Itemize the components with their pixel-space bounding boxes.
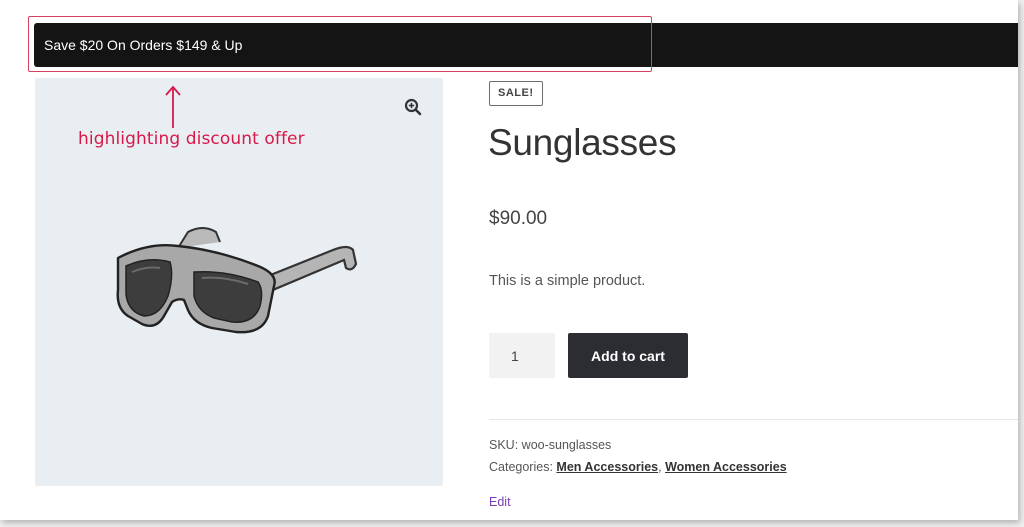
quantity-input[interactable]	[489, 333, 555, 378]
page-card: Save $20 On Orders $149 & Up highlightin…	[0, 0, 1018, 520]
sku-label: SKU:	[489, 438, 519, 452]
product-categories: Categories: Men Accessories, Women Acces…	[489, 460, 787, 474]
sale-badge: SALE!	[489, 81, 543, 106]
categories-label: Categories:	[489, 460, 553, 474]
annotation-label: highlighting discount offer	[78, 129, 305, 149]
category-link-women-accessories[interactable]: Women Accessories	[665, 460, 787, 474]
sunglasses-image	[116, 227, 358, 334]
add-to-cart-button[interactable]: Add to cart	[568, 333, 688, 378]
zoom-in-icon[interactable]	[404, 98, 422, 116]
product-title: Sunglasses	[488, 122, 677, 163]
edit-link[interactable]: Edit	[489, 495, 511, 509]
product-sku: SKU: woo-sunglasses	[489, 438, 611, 452]
category-link-men-accessories[interactable]: Men Accessories	[556, 460, 658, 474]
sku-value: woo-sunglasses	[521, 438, 612, 452]
product-price: $90.00	[489, 208, 548, 229]
highlight-annotation-box	[28, 16, 652, 72]
product-short-description: This is a simple product.	[489, 273, 646, 289]
arrow-up-icon	[165, 85, 181, 128]
divider	[489, 419, 1018, 420]
